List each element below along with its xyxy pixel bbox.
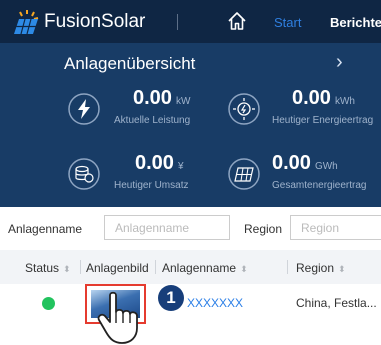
kpi-label: Heutiger Umsatz: [114, 180, 189, 191]
kpi-unit: kW: [175, 96, 191, 107]
column-header-label: Anlagenname: [162, 261, 237, 275]
overview-title: Anlagenübersicht: [64, 54, 196, 73]
fusionsolar-logo-icon: [14, 10, 39, 35]
plant-name-filter-input[interactable]: Anlagenname: [104, 215, 230, 240]
kpi-value: 0.00: [292, 87, 331, 109]
sort-icon[interactable]: ⬍: [240, 264, 248, 274]
top-bar: FusionSolar Start Berichte: [0, 0, 381, 43]
kpi-total-yield: 0.00 GWh: [272, 152, 338, 175]
column-header-region[interactable]: Region ⬍: [296, 261, 346, 275]
kpi-value: 0.00: [133, 87, 172, 109]
kpi-label: Gesamtenergieertrag: [272, 180, 367, 191]
column-divider: [287, 260, 288, 274]
kpi-daily-yield: 0.00 kWh: [292, 87, 355, 110]
kpi-label: Aktuelle Leistung: [114, 115, 191, 126]
home-icon[interactable]: [227, 11, 247, 31]
kpi-current-power: 0.00 kW: [133, 87, 190, 110]
column-header-label: Region: [296, 261, 335, 275]
kpi-value: 0.00: [135, 152, 174, 174]
header-divider: [177, 14, 178, 30]
region-filter-label: Region: [244, 222, 283, 236]
kpi-unit: ¥: [177, 161, 184, 172]
column-header-name[interactable]: Anlagenname ⬍: [162, 261, 248, 275]
column-divider: [155, 260, 156, 274]
lightning-icon: [68, 93, 100, 125]
column-header-status[interactable]: Status ⬍: [25, 261, 71, 275]
chevron-right-icon[interactable]: ›: [336, 51, 343, 74]
region-filter-input[interactable]: Region: [290, 215, 381, 240]
plant-region: China, Festla...: [296, 296, 377, 310]
brand-name: FusionSolar: [44, 11, 146, 32]
table-header: Status ⬍ Anlagenbild Anlagenname ⬍ Region ⬍: [0, 250, 381, 284]
sort-icon[interactable]: ⬍: [338, 264, 346, 274]
solar-panel-icon: [228, 158, 260, 190]
plant-overview-panel: Anlagenübersicht › 0.00 kW Aktuelle Leist…: [0, 43, 381, 207]
kpi-label: Heutiger Energieertrag: [272, 115, 374, 126]
column-header-image: Anlagenbild: [86, 261, 149, 275]
plant-name-link[interactable]: XXXXXXX: [187, 296, 243, 310]
sort-icon[interactable]: ⬍: [63, 264, 71, 274]
status-online-icon: [42, 297, 55, 310]
nav-start[interactable]: Start: [274, 15, 301, 30]
nav-berichte[interactable]: Berichte: [330, 15, 381, 30]
revenue-icon: [68, 158, 100, 190]
column-header-label: Status: [25, 261, 60, 275]
kpi-unit: kWh: [334, 96, 355, 107]
column-divider: [80, 260, 81, 274]
energy-yield-icon: [228, 93, 260, 125]
plant-name-filter-label: Anlagenname: [8, 222, 83, 236]
kpi-value: 0.00: [272, 152, 311, 174]
pointing-hand-icon: [97, 291, 138, 344]
kpi-daily-revenue: 0.00 ¥: [135, 152, 184, 175]
kpi-unit: GWh: [314, 161, 338, 172]
step-number-badge: 1: [158, 285, 184, 311]
